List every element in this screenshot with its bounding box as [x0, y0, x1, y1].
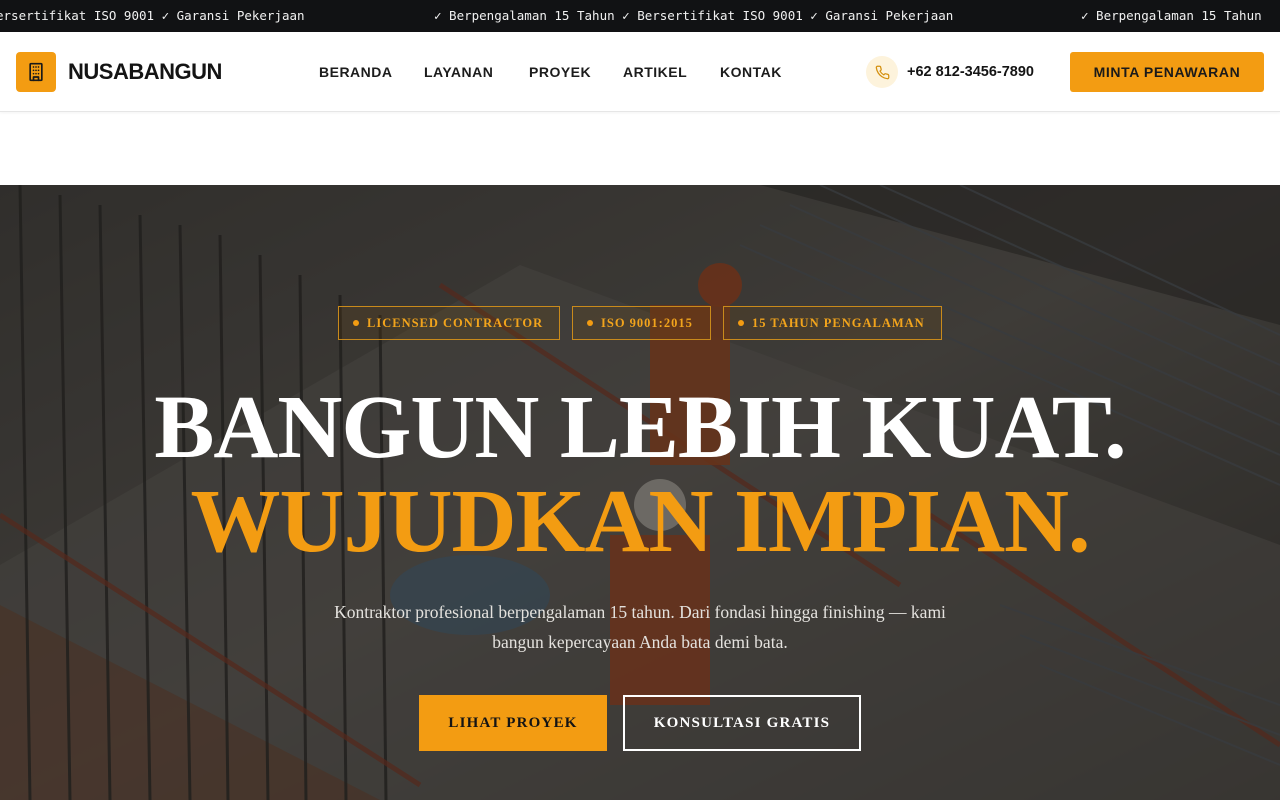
hero-subtitle: Kontraktor profesional berpengalaman 15 … — [334, 602, 946, 652]
badge-dot-icon — [587, 320, 593, 326]
brand-name[interactable]: NUSABANGUN — [68, 60, 222, 84]
badge-dot-icon — [353, 320, 359, 326]
request-quote-button[interactable]: MINTA PENAWARAN — [1070, 52, 1264, 92]
phone-icon-badge — [866, 56, 898, 88]
nav-link-artikel[interactable]: ARTIKEL — [623, 63, 687, 81]
badge-label: ISO 9001:2015 — [601, 315, 693, 330]
main-navbar: NUSABANGUN BERANDA LAYANAN PROYEK ARTIKE… — [0, 32, 1280, 112]
ticker-item: ✓ Berpengalaman 15 Tahun — [1081, 8, 1262, 23]
announcement-ticker: ersertifikat ISO 9001 ✓ Garansi Pekerjaa… — [0, 0, 1280, 32]
nav-link-proyek[interactable]: PROYEK — [529, 63, 591, 81]
badge-iso: ISO 9001:2015 — [572, 306, 711, 340]
phone-icon — [875, 65, 889, 79]
badge-label: LICENSED CONTRACTOR — [367, 315, 544, 330]
ticker-item: ersertifikat ISO 9001 ✓ Garansi Pekerjaa… — [0, 8, 305, 23]
badge-experience: 15 TAHUN PENGALAMAN — [723, 306, 942, 340]
free-consultation-button[interactable]: KONSULTASI GRATIS — [623, 695, 861, 751]
ticker-item: ✓ Berpengalaman 15 Tahun ✓ Bersertifikat… — [434, 8, 954, 23]
phone-number-link[interactable]: +62 812-3456-7890 — [907, 63, 1034, 81]
badge-licensed-contractor: LICENSED CONTRACTOR — [338, 306, 560, 340]
nav-link-beranda[interactable]: BERANDA — [319, 63, 393, 81]
hero-headline-line2: WUJUDKAN IMPIAN. — [190, 472, 1091, 571]
view-projects-button[interactable]: LIHAT PROYEK — [419, 695, 607, 751]
badge-label: 15 TAHUN PENGALAMAN — [752, 315, 925, 330]
nav-link-layanan[interactable]: LAYANAN — [424, 63, 493, 81]
badge-dot-icon — [738, 320, 744, 326]
hero-section: LICENSED CONTRACTOR ISO 9001:2015 15 TAH… — [0, 185, 1280, 800]
nav-link-kontak[interactable]: KONTAK — [720, 63, 782, 81]
hero-headline-line1: BANGUN LEBIH KUAT. — [154, 378, 1126, 477]
building-icon — [29, 62, 43, 82]
logo[interactable] — [16, 52, 56, 92]
